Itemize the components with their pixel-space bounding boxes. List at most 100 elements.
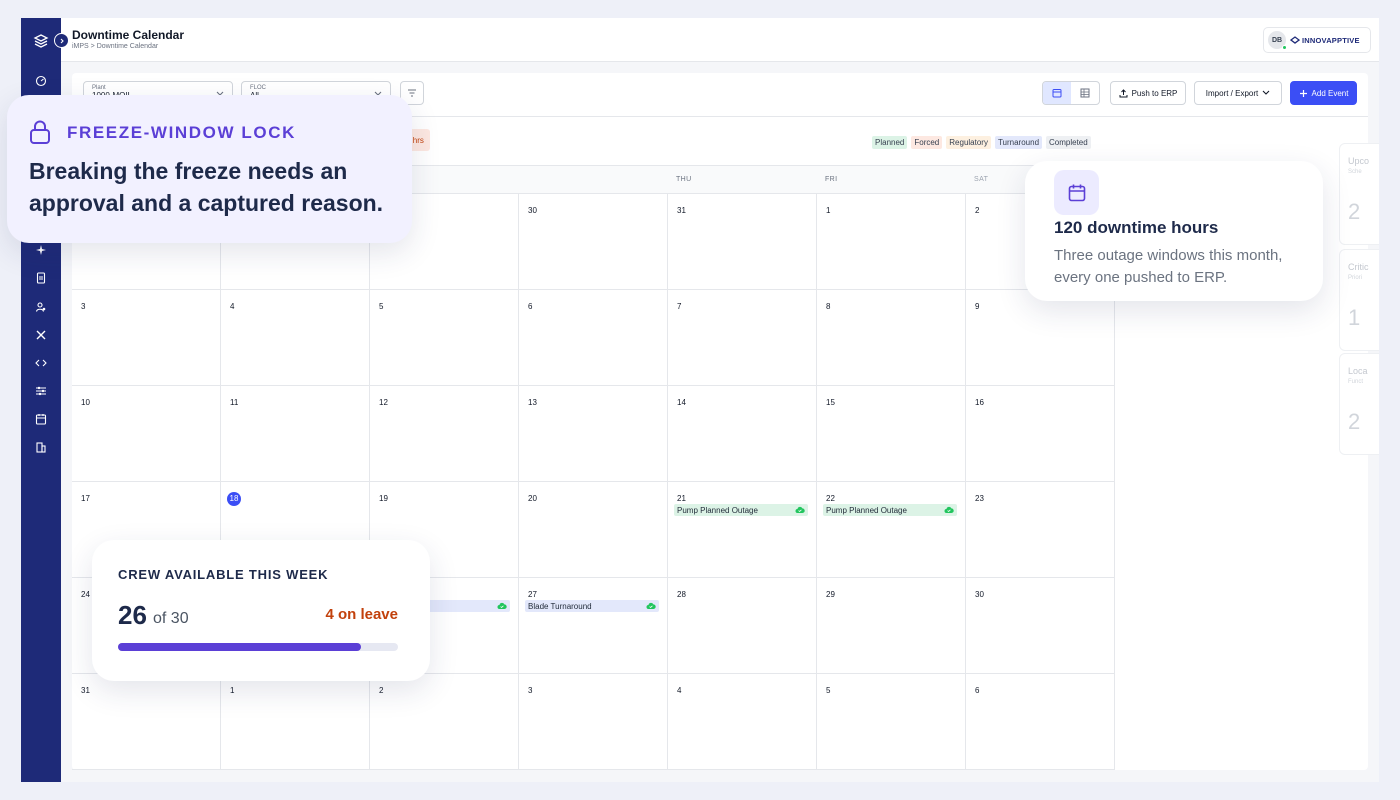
- calendar-day-cell[interactable]: 2: [370, 674, 519, 770]
- calendar-day-cell[interactable]: 13: [519, 386, 668, 482]
- day-number: 19: [379, 494, 388, 503]
- day-number: 14: [677, 398, 686, 407]
- day-number: 12: [379, 398, 388, 407]
- calendar-day-cell[interactable]: 30: [519, 194, 668, 290]
- calendar-day-cell[interactable]: 31: [72, 674, 221, 770]
- calendar-day-cell[interactable]: 3: [519, 674, 668, 770]
- event-title: Pump Planned Outage: [826, 505, 907, 515]
- cloud-synced-icon: [795, 506, 805, 513]
- import-export-button[interactable]: Import / Export: [1194, 81, 1282, 105]
- calendar-day-cell[interactable]: 22 Pump Planned Outage: [817, 482, 966, 578]
- calendar-view-button[interactable]: [1043, 82, 1071, 104]
- add-event-button[interactable]: Add Event: [1290, 81, 1357, 105]
- users-icon[interactable]: [32, 298, 50, 316]
- calendar-day-cell[interactable]: 12: [370, 386, 519, 482]
- calendar-day-cell[interactable]: 1: [221, 674, 370, 770]
- calendar-day-cell[interactable]: 4: [668, 674, 817, 770]
- calendar-icon: [1054, 170, 1099, 215]
- push-to-erp-button[interactable]: Push to ERP: [1110, 81, 1186, 105]
- critical-card[interactable]: Critic Priori 1: [1339, 249, 1379, 351]
- calendar-event[interactable]: Pump Planned Outage: [823, 504, 957, 516]
- day-number: 30: [975, 590, 984, 599]
- calendar-day-cell[interactable]: 5: [817, 674, 966, 770]
- location-card[interactable]: Loca Funct 2: [1339, 353, 1379, 455]
- cloud-synced-icon: [497, 602, 507, 609]
- table-icon: [1080, 88, 1090, 98]
- calendar-day-cell[interactable]: 1: [817, 194, 966, 290]
- day-number: 7: [677, 302, 682, 311]
- calendar-event[interactable]: Pump Planned Outage: [674, 504, 808, 516]
- calendar-day-cell[interactable]: 10: [72, 386, 221, 482]
- day-number: 1: [230, 686, 235, 695]
- calendar-day-cell[interactable]: 4: [221, 290, 370, 386]
- day-number: 31: [81, 686, 90, 695]
- calendar-day-cell[interactable]: 8: [817, 290, 966, 386]
- legend-completed: Completed: [1046, 136, 1091, 149]
- calendar-day-cell[interactable]: 29: [817, 578, 966, 674]
- calendar-day-cell[interactable]: 3: [72, 290, 221, 386]
- document-icon[interactable]: [32, 269, 50, 287]
- day-number: 27: [528, 590, 537, 599]
- day-number: 4: [677, 686, 682, 695]
- callout-title: CREW AVAILABLE THIS WEEK: [118, 567, 329, 582]
- calendar-grid: 2728293031123456789101112131415161718192…: [72, 194, 1115, 770]
- calendar-day-cell[interactable]: 11: [221, 386, 370, 482]
- day-number: 23: [975, 494, 984, 503]
- sidebar-toggle-button[interactable]: [54, 33, 69, 48]
- cloud-synced-icon: [944, 506, 954, 513]
- crew-available-count: 26: [118, 600, 147, 630]
- calendar-day-cell[interactable]: 27 Blade Turnaround: [519, 578, 668, 674]
- crew-total: of 30: [153, 610, 189, 627]
- day-number: 2: [379, 686, 384, 695]
- callout-description: Three outage windows this month, every o…: [1054, 247, 1283, 286]
- day-number: 8: [826, 302, 831, 311]
- sliders-icon[interactable]: [32, 382, 50, 400]
- calendar-day-cell[interactable]: 23: [966, 482, 1115, 578]
- day-number: 2: [975, 206, 980, 215]
- legend-planned: Planned: [872, 136, 908, 149]
- table-view-button[interactable]: [1071, 82, 1099, 104]
- calendar-day-cell[interactable]: 31: [668, 194, 817, 290]
- view-toggle: [1042, 81, 1100, 105]
- calendar-day-cell[interactable]: 14: [668, 386, 817, 482]
- sparkle-icon[interactable]: [32, 241, 50, 259]
- building-icon[interactable]: [32, 438, 50, 456]
- calendar-nav-icon[interactable]: [32, 410, 50, 428]
- day-number: 3: [81, 302, 86, 311]
- cloud-synced-icon: [646, 602, 656, 609]
- crew-on-leave: 4 on leave: [325, 606, 398, 623]
- calendar-day-cell[interactable]: 16: [966, 386, 1115, 482]
- calendar-day-cell[interactable]: 30: [966, 578, 1115, 674]
- calendar-day-cell[interactable]: 6: [966, 674, 1115, 770]
- brand-mark-icon: [1290, 36, 1300, 44]
- calendar-day-cell[interactable]: 5: [370, 290, 519, 386]
- breadcrumb[interactable]: iMPS > Downtime Calendar: [72, 43, 158, 50]
- user-menu[interactable]: DB INNOVAPPTIVE: [1263, 27, 1371, 53]
- day-number: 9: [975, 302, 980, 311]
- day-number: 17: [81, 494, 90, 503]
- day-number: 30: [528, 206, 537, 215]
- weekday-label: THU: [676, 176, 692, 183]
- calendar-day-cell[interactable]: 6: [519, 290, 668, 386]
- app-logo-icon[interactable]: [30, 30, 52, 52]
- day-number: 1: [826, 206, 831, 215]
- day-number: 16: [975, 398, 984, 407]
- crew-progress-bar: [118, 643, 398, 651]
- lock-icon: [30, 120, 50, 144]
- calendar-day-cell[interactable]: 7: [668, 290, 817, 386]
- calendar-day-cell[interactable]: 15: [817, 386, 966, 482]
- code-icon[interactable]: [32, 354, 50, 372]
- brand-logo: INNOVAPPTIVE: [1290, 36, 1360, 45]
- calendar-event[interactable]: Blade Turnaround: [525, 600, 659, 612]
- calendar-day-cell[interactable]: 20: [519, 482, 668, 578]
- dashboard-icon[interactable]: [32, 72, 50, 90]
- callout-body: Breaking the freeze needs an approval an…: [29, 158, 384, 216]
- calendar-day-cell[interactable]: 28: [668, 578, 817, 674]
- calendar-day-cell[interactable]: 21 Pump Planned Outage: [668, 482, 817, 578]
- day-number: 3: [528, 686, 533, 695]
- day-number: 11: [230, 398, 239, 407]
- weekday-label: FRI: [825, 176, 838, 183]
- calendar-day-cell[interactable]: 9: [966, 290, 1115, 386]
- upcoming-card[interactable]: Upco Sche 2: [1339, 143, 1379, 245]
- tools-icon[interactable]: [32, 326, 50, 344]
